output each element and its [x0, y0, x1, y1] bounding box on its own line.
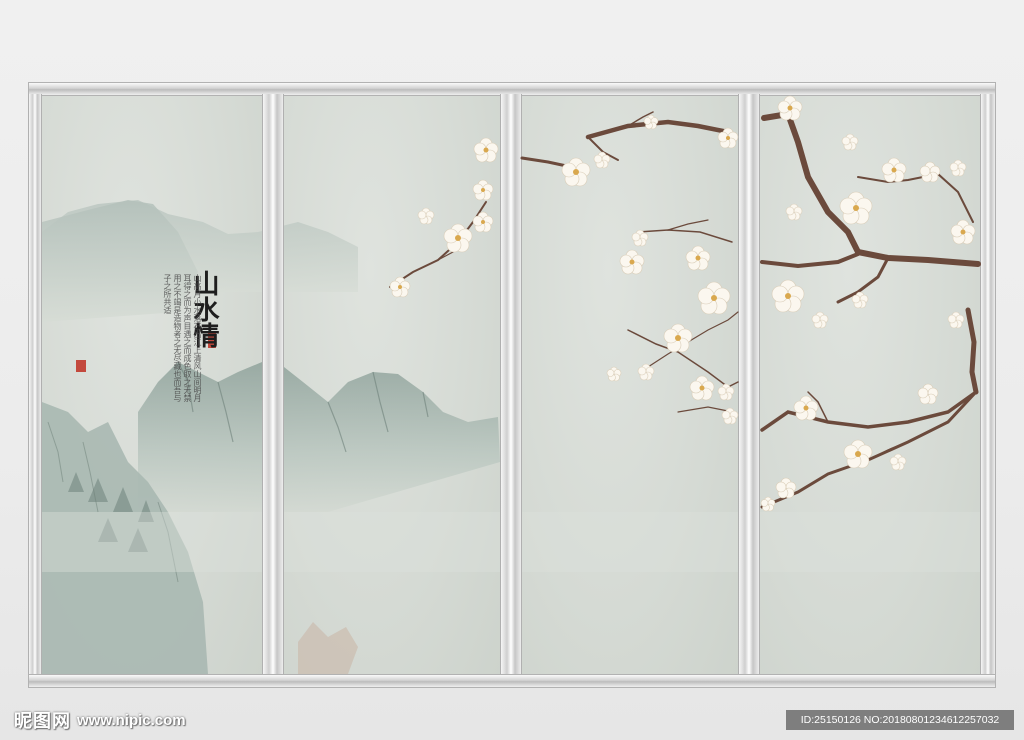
divider-post-3 [738, 94, 760, 674]
sliding-door-frame: 山水情 山高月小水落石出江上清风山间明月耳得之而为声目遇之而成色取之无禁用之不竭… [28, 82, 996, 690]
calligraphy-poem: 山高月小水落石出江上清风山间明月耳得之而为声目遇之而成色取之无禁用之不竭是造物者… [163, 274, 202, 402]
bottom-rail [28, 674, 996, 688]
watermark-url: www.nipic.com [77, 711, 186, 729]
image-id-label: ID:25150126 NO:20180801234612257032 [786, 710, 1014, 730]
divider-post-2 [500, 94, 522, 674]
divider-post-1 [262, 94, 284, 674]
door-panel-3 [522, 96, 738, 674]
watermark-logo: 昵图网 [14, 711, 71, 732]
door-panel-2 [284, 96, 500, 674]
left-post [28, 94, 42, 674]
right-post [980, 94, 996, 674]
door-panel-4 [760, 96, 980, 674]
site-watermark: 昵图网 www.nipic.com [14, 708, 186, 732]
